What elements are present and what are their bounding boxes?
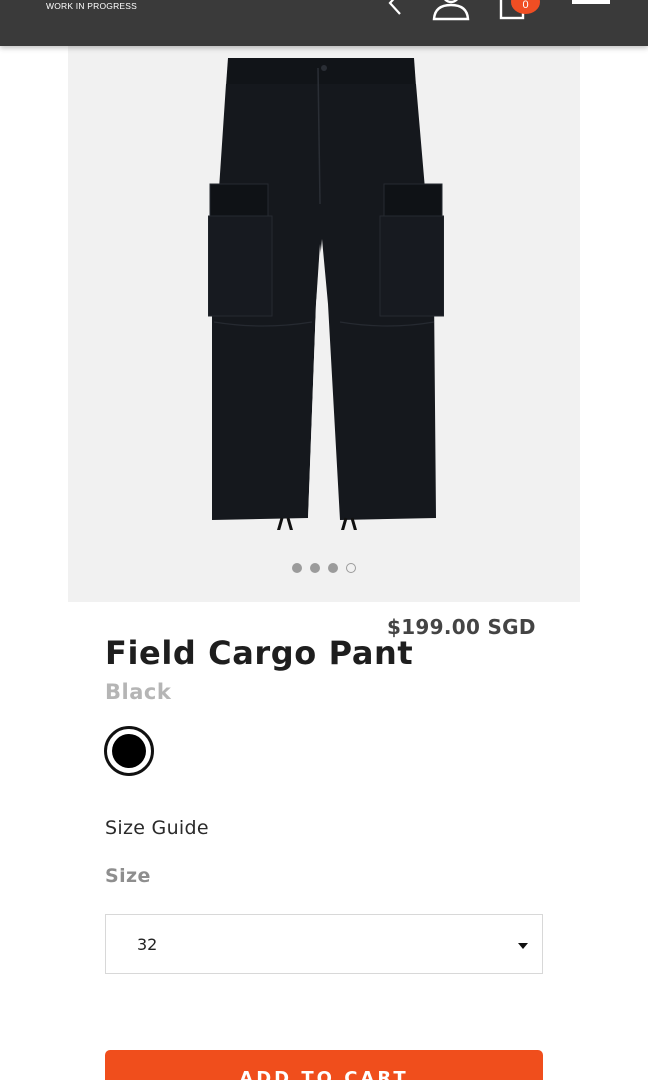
product-image: [207, 54, 445, 534]
top-nav-bar: WORK IN PROGRESS 0: [0, 0, 648, 46]
product-title: Field Cargo Pant: [105, 634, 414, 672]
brand-tagline[interactable]: WORK IN PROGRESS: [46, 1, 137, 11]
size-guide-link[interactable]: Size Guide: [105, 817, 209, 839]
pagination-dot-active[interactable]: [346, 562, 356, 573]
product-page: WORK IN PROGRESS 0 $199.00 SGD Field Car…: [0, 0, 648, 1080]
pagination-dot[interactable]: [310, 562, 320, 573]
menu-icon[interactable]: [572, 0, 612, 8]
account-icon[interactable]: [432, 0, 470, 22]
gallery-pagination: [68, 557, 580, 576]
selected-color-name: Black: [105, 680, 172, 704]
pagination-dot[interactable]: [292, 562, 302, 573]
size-label: Size: [105, 865, 151, 887]
dropdown-caret-icon: [518, 943, 528, 949]
size-select[interactable]: 32: [105, 914, 543, 974]
size-selected-value: 32: [137, 935, 158, 954]
back-icon[interactable]: [384, 0, 404, 18]
pagination-dot[interactable]: [328, 562, 338, 573]
add-to-cart-button[interactable]: ADD TO CART: [105, 1050, 543, 1080]
color-swatch-black[interactable]: [104, 726, 154, 776]
swatch-fill: [112, 734, 146, 768]
product-gallery[interactable]: [68, 46, 580, 602]
